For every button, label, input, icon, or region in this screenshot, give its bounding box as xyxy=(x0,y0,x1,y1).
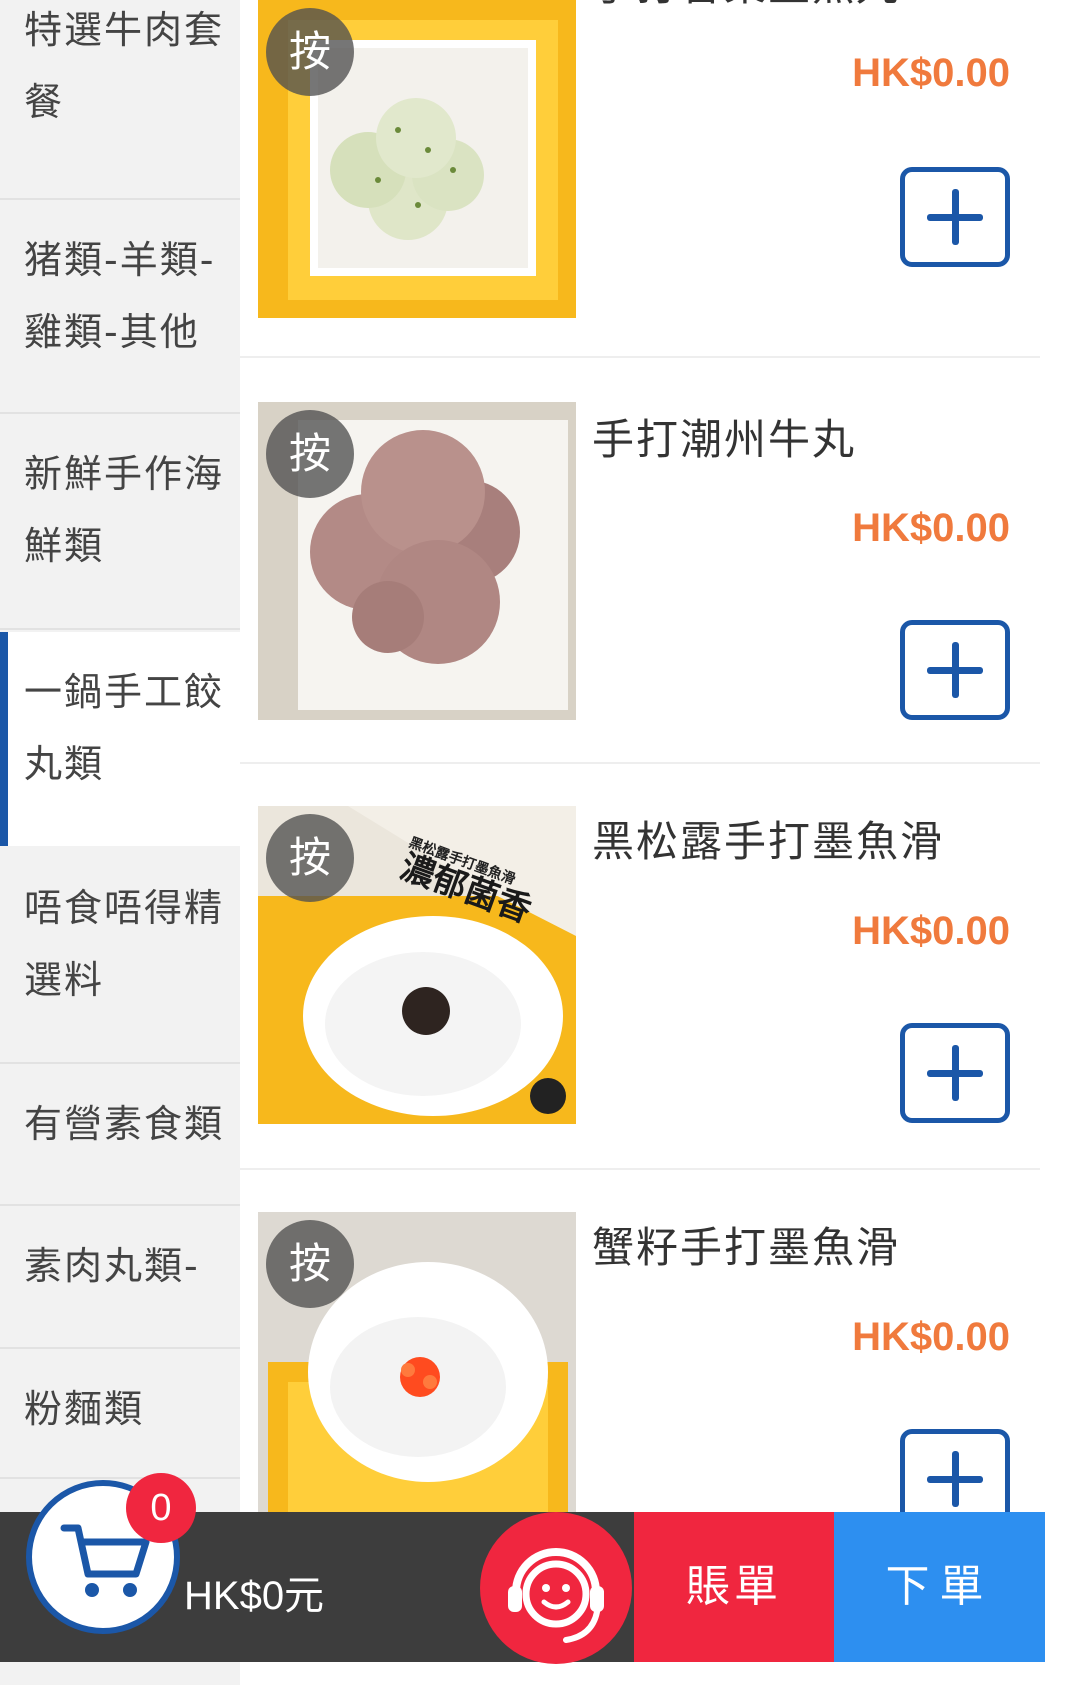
product-image[interactable]: 黑松露手打墨魚滑 濃郁菌香 按 xyxy=(258,806,576,1124)
product-item: 按 手打潮州牛丸 HK$0.00 xyxy=(240,358,1040,764)
product-item: 黑松露手打墨魚滑 濃郁菌香 按 黑松露手打墨魚滑 HK$0.00 xyxy=(240,764,1040,1170)
bill-button[interactable]: 賬單 xyxy=(634,1512,834,1662)
sidebar-item-noodles[interactable]: 粉麵類 xyxy=(0,1349,240,1479)
sidebar-item-dumplings-balls[interactable]: 一鍋手工餃丸類 xyxy=(0,632,240,846)
press-badge: 按 xyxy=(266,814,354,902)
add-to-cart-button[interactable] xyxy=(900,1023,1010,1123)
place-order-button[interactable]: 下單 xyxy=(834,1512,1045,1662)
sidebar-item-label: 唔食唔得精選料 xyxy=(24,886,225,1002)
cart-count-badge: 0 xyxy=(126,1473,196,1543)
product-name: 蟹籽手打墨魚滑 xyxy=(592,1223,901,1272)
add-to-cart-button[interactable] xyxy=(900,620,1010,720)
press-badge: 按 xyxy=(266,1220,354,1308)
customer-service-icon xyxy=(508,1548,604,1643)
sidebar-item-label: 一鍋手工餃丸類 xyxy=(24,670,225,786)
product-image[interactable]: 按 xyxy=(258,402,576,720)
sidebar-item-label: 素肉丸類- xyxy=(24,1244,200,1288)
product-price: HK$0.00 xyxy=(852,909,1010,953)
cart-total: HK$0元 xyxy=(184,1574,325,1618)
sidebar-item-veggie-meatballs[interactable]: 素肉丸類- xyxy=(0,1206,240,1349)
sidebar-item-must-eat[interactable]: 唔食唔得精選料 xyxy=(0,848,240,1064)
sidebar-item-label: 特選牛肉套餐 xyxy=(24,8,225,124)
sidebar-item-label: 新鮮手作海鮮類 xyxy=(24,452,225,568)
product-price: HK$0.00 xyxy=(852,51,1010,95)
product-price: HK$0.00 xyxy=(852,1315,1010,1359)
sidebar-item-beef-set[interactable]: 特選牛肉套餐 xyxy=(0,0,240,200)
product-name: 手打潮州牛丸 xyxy=(592,415,857,464)
sidebar-item-seafood[interactable]: 新鮮手作海鮮類 xyxy=(0,414,240,630)
product-list: 按 手打香菜墨魚丸 HK$0.00 按 手打潮州牛丸 HK$0.00 xyxy=(240,0,1040,1685)
sidebar-item-label: 有營素食類 xyxy=(24,1102,225,1146)
product-price: HK$0.00 xyxy=(852,506,1010,550)
product-item: 按 手打香菜墨魚丸 HK$0.00 xyxy=(240,0,1040,358)
product-image[interactable]: 按 xyxy=(258,0,576,318)
add-to-cart-button[interactable] xyxy=(900,167,1010,267)
category-sidebar: 特選牛肉套餐 猪類-羊類-雞類-其他 新鮮手作海鮮類 一鍋手工餃丸類 唔食唔得精… xyxy=(0,0,240,1685)
sidebar-item-label: 猪類-羊類-雞類-其他 xyxy=(24,238,216,354)
customer-service-button[interactable] xyxy=(480,1512,632,1664)
press-badge: 按 xyxy=(266,8,354,96)
sidebar-item-pork-lamb-chicken[interactable]: 猪類-羊類-雞類-其他 xyxy=(0,200,240,414)
press-badge: 按 xyxy=(266,410,354,498)
sidebar-item-vegetarian[interactable]: 有營素食類 xyxy=(0,1064,240,1206)
sidebar-item-label: 粉麵類 xyxy=(24,1387,145,1431)
product-image[interactable]: 按 xyxy=(258,1212,576,1530)
product-name: 黑松露手打墨魚滑 xyxy=(592,817,945,866)
product-name: 手打香菜墨魚丸 xyxy=(592,0,900,13)
